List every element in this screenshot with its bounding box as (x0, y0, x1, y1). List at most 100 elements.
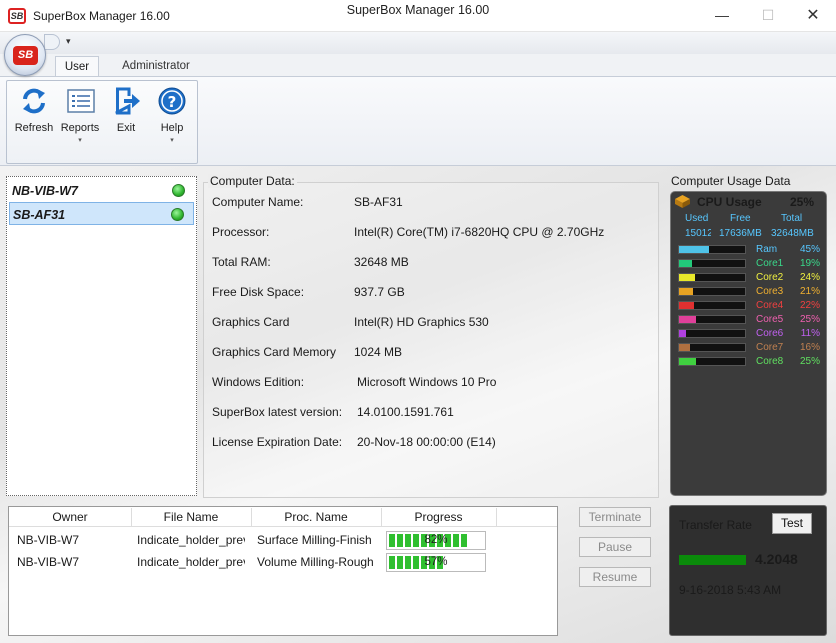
transfer-rate-label: Transfer Rate (679, 518, 752, 532)
transfer-rate-value: 4.2048 (755, 551, 798, 567)
windows-edition-value: Microsoft Windows 10 Pro (357, 375, 497, 389)
total-ram-label: Total RAM: (212, 255, 271, 269)
memory-free-value: 17636MB (719, 228, 762, 239)
usage-bar-fill (679, 330, 687, 337)
job-progress-text: 82% (424, 534, 448, 546)
computer-name-value: SB-AF31 (354, 195, 403, 209)
job-progress-bar: 82% (386, 531, 486, 550)
usage-bar-fill (679, 344, 690, 351)
superbox-version-value: 14.0100.1591.761 (357, 405, 454, 419)
superbox-version-label: SuperBox latest version: (212, 405, 343, 419)
exit-label: Exit (116, 122, 136, 134)
memory-free-header: Free (730, 213, 751, 224)
online-status-icon (172, 184, 185, 197)
free-disk-label: Free Disk Space: (212, 285, 305, 299)
superbox-logo-icon: SB (13, 46, 38, 65)
quick-access-bar (0, 32, 836, 54)
reports-button[interactable]: Reports ▾ (57, 84, 103, 148)
help-button[interactable]: ? Help ▾ (149, 84, 195, 148)
computer-data-title: Computer Data: (208, 174, 297, 188)
usage-bar-percent: 25% (800, 314, 821, 325)
memory-used-header: Used (685, 213, 709, 224)
usage-bar-fill (679, 358, 696, 365)
transfer-date: 9-16-2018 5:43 AM (679, 583, 782, 597)
exit-icon (115, 87, 140, 115)
cpu-usage-percent: 25% (790, 195, 815, 209)
column-file-name[interactable]: File Name (131, 510, 251, 524)
machine-item[interactable]: NB-VIB-W7 (9, 179, 194, 202)
memory-used-value: 15012 (685, 228, 711, 239)
exit-button[interactable]: Exit (103, 84, 149, 148)
column-owner[interactable]: Owner (9, 510, 131, 524)
job-progress-text: 57% (424, 556, 448, 568)
total-ram-value: 32648 MB (354, 255, 409, 269)
core-usage-bar (678, 287, 746, 296)
memory-total-header: Total (781, 213, 803, 224)
graphics-memory-value: 1024 MB (354, 345, 403, 359)
test-button[interactable]: Test (772, 513, 812, 534)
help-dropdown-icon: ▾ (170, 137, 174, 144)
usage-bar-label: Core6 (756, 328, 784, 339)
memory-total-value: 32648MB (771, 228, 814, 239)
help-icon: ? (158, 87, 186, 115)
job-owner[interactable]: NB-VIB-W7 (17, 533, 129, 547)
job-proc-name[interactable]: Volume Milling-Rough (257, 555, 375, 569)
pause-button[interactable]: Pause (579, 537, 651, 557)
computer-name-label: Computer Name: (212, 195, 304, 209)
core-usage-bar (678, 315, 746, 324)
core-usage-bar (678, 343, 746, 352)
online-status-icon (171, 208, 184, 221)
quick-access-dropdown-icon[interactable]: ▾ (66, 36, 71, 47)
reports-label: Reports (60, 122, 100, 134)
usage-bar-percent: 25% (800, 356, 821, 367)
usage-bar-label: Core2 (756, 272, 784, 283)
job-file-name[interactable]: Indicate_holder_prev (137, 533, 245, 547)
column-proc-name[interactable]: Proc. Name (251, 510, 381, 524)
column-progress[interactable]: Progress (381, 510, 496, 524)
usage-bar-percent: 11% (800, 328, 820, 339)
job-owner[interactable]: NB-VIB-W7 (17, 555, 129, 569)
processor-value: Intel(R) Core(TM) i7-6820HQ CPU @ 2.70GH… (354, 225, 605, 239)
usage-bar-label: Ram (756, 244, 778, 255)
machine-item-selected[interactable]: SB-AF31 (9, 202, 194, 225)
usage-bar-fill (679, 246, 709, 253)
usage-bar-percent: 21% (800, 286, 821, 297)
core-usage-bar (678, 301, 746, 310)
resume-button[interactable]: Resume (579, 567, 651, 587)
usage-bar-fill (679, 316, 696, 323)
usage-bar-percent: 24% (800, 272, 821, 283)
graphics-memory-label: Graphics Card Memory (212, 345, 337, 359)
refresh-button[interactable]: Refresh (11, 84, 57, 148)
usage-bar-percent: 22% (800, 300, 821, 311)
tab-administrator[interactable]: Administrator (112, 56, 200, 77)
ram-usage-bar (678, 245, 746, 254)
core-usage-bar (678, 357, 746, 366)
usage-bar-label: Core8 (756, 356, 784, 367)
ribbon-title: SuperBox Manager 16.00 (346, 3, 490, 17)
core-usage-bar (678, 329, 746, 338)
terminate-button[interactable]: Terminate (579, 507, 651, 527)
refresh-label: Refresh (14, 122, 54, 134)
usage-title: Computer Usage Data (671, 174, 791, 188)
usage-bar-label: Core3 (756, 286, 784, 297)
machine-name: NB-VIB-W7 (12, 184, 78, 198)
usage-bar-percent: 45% (800, 244, 821, 255)
core-usage-bar (678, 259, 746, 268)
job-file-name[interactable]: Indicate_holder_prev (137, 555, 245, 569)
transfer-rate-bar (679, 555, 746, 565)
cpu-usage-label: CPU Usage (697, 195, 762, 209)
orb-tab (44, 34, 60, 50)
job-progress-bar: 57% (386, 553, 486, 572)
license-expiration-value: 20-Nov-18 00:00:00 (E14) (357, 435, 496, 449)
help-label: Help (160, 122, 184, 134)
tab-user[interactable]: User (55, 56, 99, 77)
processor-label: Processor: (212, 225, 270, 239)
machine-name: SB-AF31 (13, 208, 66, 222)
usage-bar-fill (679, 260, 692, 267)
graphics-card-label: Graphics Card (212, 315, 290, 329)
windows-edition-label: Windows Edition: (212, 375, 305, 389)
license-expiration-label: License Expiration Date: (212, 435, 343, 449)
usage-bar-fill (679, 274, 695, 281)
job-proc-name[interactable]: Surface Milling-Finish (257, 533, 375, 547)
refresh-icon (23, 88, 45, 114)
